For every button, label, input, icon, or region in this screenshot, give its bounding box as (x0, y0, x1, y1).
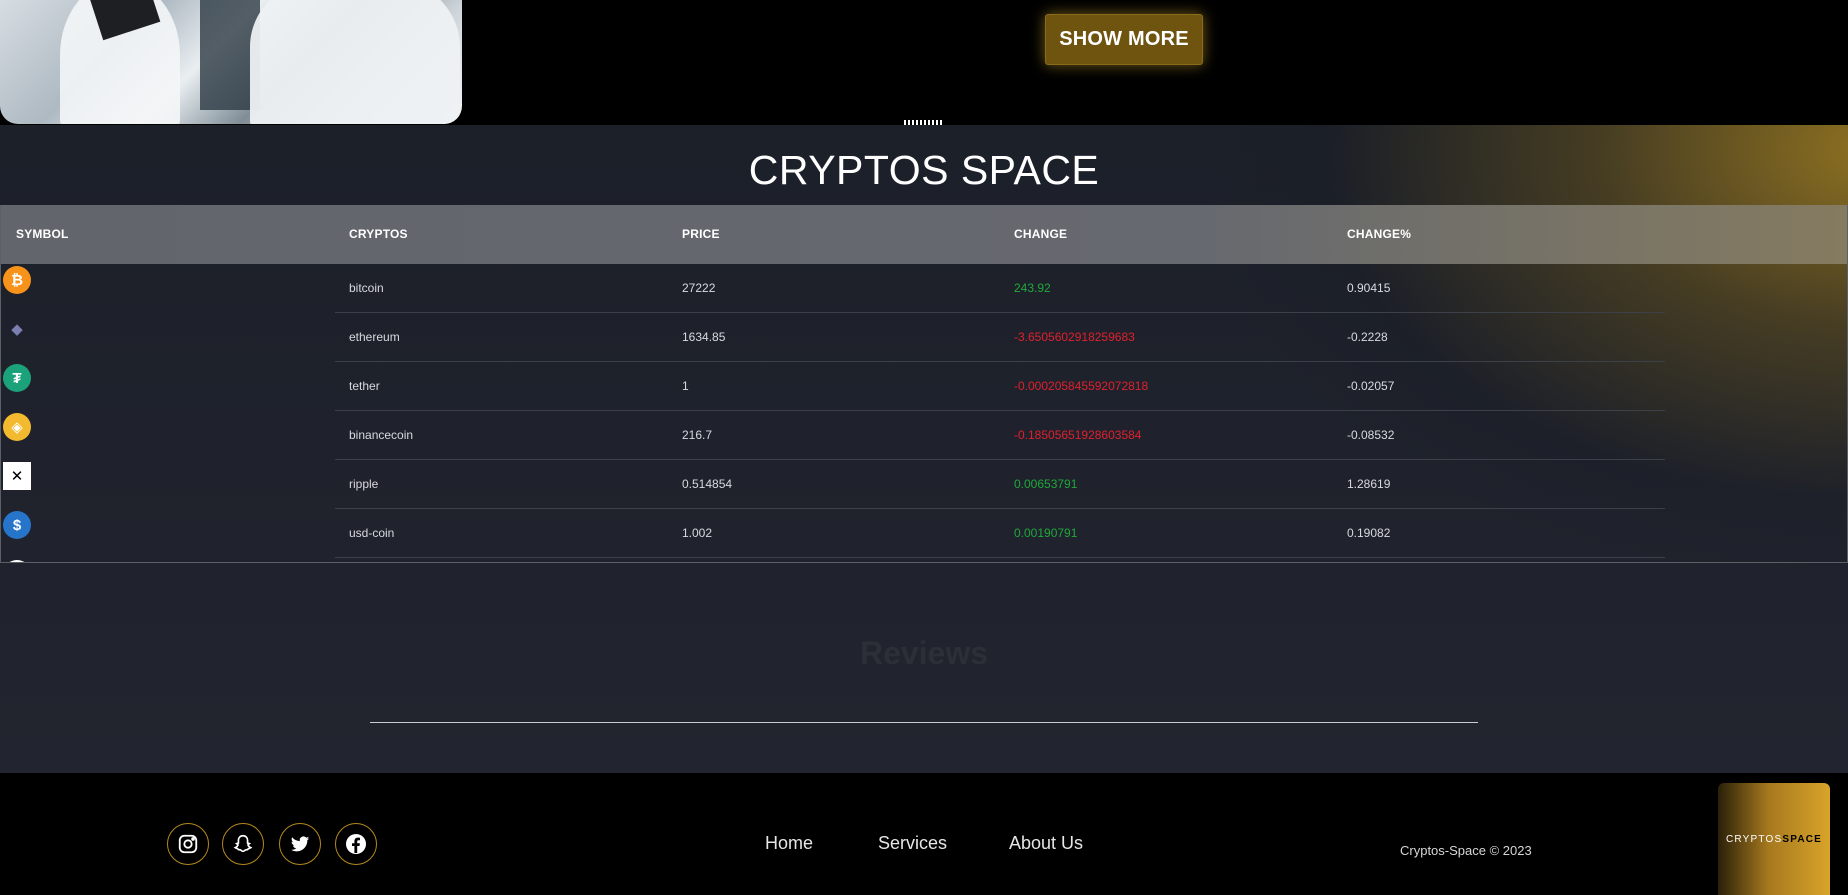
crypto-name: bitcoin (349, 281, 384, 295)
logo-text-space: SPACE (1782, 833, 1823, 845)
next-coin-icon (3, 560, 31, 562)
crypto-price: 0.514854 (682, 477, 733, 491)
table-row[interactable]: ₮ tether 1 -0.000205845592072818 -0.02057 (1, 362, 1847, 411)
table-row[interactable]: ◈ binancecoin 216.7 -0.18505651928603584 -0.… (1, 411, 1847, 460)
crypto-change-pct: -0.08532 (1347, 428, 1395, 442)
crypto-change-pct: -0.02057 (1347, 379, 1395, 393)
row-divider (335, 557, 1665, 558)
binancecoin-icon: ◈ (3, 413, 31, 441)
logo-text-cryptos: CRYPTOS (1725, 833, 1783, 845)
facebook-link[interactable] (335, 823, 377, 865)
column-header-change: CHANGE (1014, 227, 1068, 241)
crypto-price: 27222 (682, 281, 716, 295)
cryptos-section: CRYPTOS SPACE SYMBOL CRYPTOS PRICE CHANG… (0, 125, 1848, 773)
crypto-change: 0.00653791 (1014, 477, 1078, 491)
bitcoin-icon: ₿ (3, 266, 31, 294)
column-header-change-pct: CHANGE% (1347, 227, 1412, 241)
crypto-change-pct: 1.28619 (1347, 477, 1391, 491)
table-row[interactable]: ✕ ripple 0.514854 0.00653791 1.28619 (1, 460, 1847, 509)
nav-about-us[interactable]: About Us (1009, 833, 1083, 854)
nav-services[interactable]: Services (878, 833, 947, 854)
column-header-cryptos: CRYPTOS (349, 227, 408, 241)
crypto-change: -0.000205845592072818 (1014, 379, 1149, 393)
crypto-change: 243.92 (1014, 281, 1051, 295)
table-row[interactable]: ◆ ethereum 1634.85 -3.6505602918259683 -0.22… (1, 313, 1847, 362)
crypto-change: -0.18505651928603584 (1014, 428, 1142, 442)
crypto-change: 0.00190791 (1014, 526, 1078, 540)
reviews-title: Reviews (859, 635, 989, 671)
table-row[interactable]: ₿ bitcoin 27222 243.92 0.90415 (1, 264, 1847, 313)
copyright-text: Cryptos-Space © 2023 (1400, 843, 1532, 858)
ripple-icon: ✕ (3, 462, 31, 490)
table-header: SYMBOL CRYPTOS PRICE CHANGE CHANGE% (1, 205, 1847, 264)
footer: Home Services About Us Cryptos-Space © 2… (0, 773, 1848, 895)
crypto-name: binancecoin (349, 428, 414, 442)
crypto-name: ripple (349, 477, 379, 491)
tether-icon: ₮ (3, 364, 31, 392)
instagram-icon (178, 834, 198, 854)
crypto-name: usd-coin (349, 526, 395, 540)
snapchat-icon (233, 834, 253, 853)
twitter-icon (290, 836, 310, 852)
hero-image (0, 0, 462, 124)
crypto-name: ethereum (349, 330, 400, 344)
instagram-link[interactable] (167, 823, 209, 865)
crypto-name: tether (349, 379, 380, 393)
crypto-table[interactable]: SYMBOL CRYPTOS PRICE CHANGE CHANGE% ₿ bit… (0, 205, 1848, 563)
facebook-icon (346, 834, 366, 854)
snapchat-link[interactable] (222, 823, 264, 865)
column-header-price: PRICE (682, 227, 720, 241)
nav-home[interactable]: Home (765, 833, 813, 854)
column-header-symbol: SYMBOL (16, 227, 69, 241)
crypto-change-pct: -0.2228 (1347, 330, 1388, 344)
crypto-price: 1 (682, 379, 689, 393)
twitter-link[interactable] (279, 823, 321, 865)
crypto-price: 1634.85 (682, 330, 726, 344)
hero-section: SHOW MORE (0, 0, 1848, 125)
reviews-divider (370, 722, 1478, 723)
show-more-button[interactable]: SHOW MORE (1045, 14, 1203, 65)
page-title: CRYPTOS SPACE (748, 147, 1100, 193)
table-row[interactable]: $ usd-coin 1.002 0.00190791 0.19082 (1, 509, 1847, 558)
site-logo[interactable]: CRYPTOS SPACE (1718, 783, 1830, 895)
usd-coin-icon: $ (3, 511, 31, 539)
crypto-change-pct: 0.90415 (1347, 281, 1391, 295)
crypto-price: 1.002 (682, 526, 713, 540)
crypto-change-pct: 0.19082 (1347, 526, 1391, 540)
crypto-change: -3.6505602918259683 (1014, 330, 1135, 344)
ethereum-icon: ◆ (11, 321, 23, 338)
crypto-price: 216.7 (682, 428, 713, 442)
